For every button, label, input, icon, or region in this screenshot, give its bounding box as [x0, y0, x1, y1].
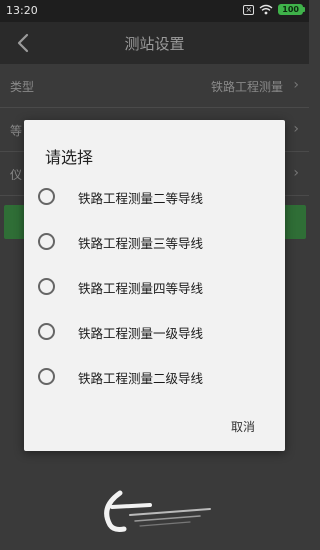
chevron-right-icon: › — [293, 165, 299, 181]
option-label: 铁路工程测量四等导线 — [78, 281, 204, 296]
row-label: 类型 — [10, 80, 35, 94]
row-label: 仪 — [10, 168, 23, 182]
app-header: 测站设置 — [0, 22, 309, 64]
chevron-right-icon: › — [293, 121, 299, 137]
radio-button[interactable] — [38, 278, 55, 295]
page-title: 测站设置 — [124, 35, 185, 53]
option-label: 铁路工程测量二等导线 — [78, 191, 204, 206]
battery-icon: 100 — [278, 4, 305, 15]
radio-button[interactable] — [38, 323, 55, 340]
option-item[interactable]: 铁路工程测量一级导线 — [24, 309, 285, 354]
cancel-button[interactable]: 取消 — [231, 418, 255, 435]
settings-row-type[interactable]: 类型 铁路工程测量 › — [0, 64, 309, 108]
select-dialog: 请选择 铁路工程测量二等导线 铁路工程测量三等导线 铁路工程测量四等导线 铁路工… — [24, 120, 285, 451]
radio-button[interactable] — [38, 188, 55, 205]
option-item[interactable]: 铁路工程测量三等导线 — [24, 219, 285, 264]
chevron-right-icon: › — [293, 77, 299, 93]
status-time: 13:20 — [6, 4, 38, 17]
wifi-icon — [259, 4, 273, 15]
option-item[interactable]: 铁路工程测量二级导线 — [24, 354, 285, 399]
option-label: 铁路工程测量三等导线 — [78, 236, 204, 251]
options-list: 铁路工程测量二等导线 铁路工程测量三等导线 铁路工程测量四等导线 铁路工程测量一… — [24, 174, 285, 399]
radio-button[interactable] — [38, 368, 55, 385]
option-label: 铁路工程测量二级导线 — [78, 371, 204, 386]
option-label: 铁路工程测量一级导线 — [78, 326, 204, 341]
dialog-title: 请选择 — [45, 148, 94, 167]
status-icons: × 100 — [243, 4, 305, 15]
option-item[interactable]: 铁路工程测量四等导线 — [24, 264, 285, 309]
row-label: 等 — [10, 124, 23, 138]
notification-x-icon: × — [243, 4, 255, 15]
status-bar: 13:20 × 100 — [0, 0, 309, 22]
app-logo — [90, 485, 220, 535]
radio-button[interactable] — [38, 233, 55, 250]
row-value: 铁路工程测量 — [210, 80, 283, 94]
option-item[interactable]: 铁路工程测量二等导线 — [24, 174, 285, 219]
